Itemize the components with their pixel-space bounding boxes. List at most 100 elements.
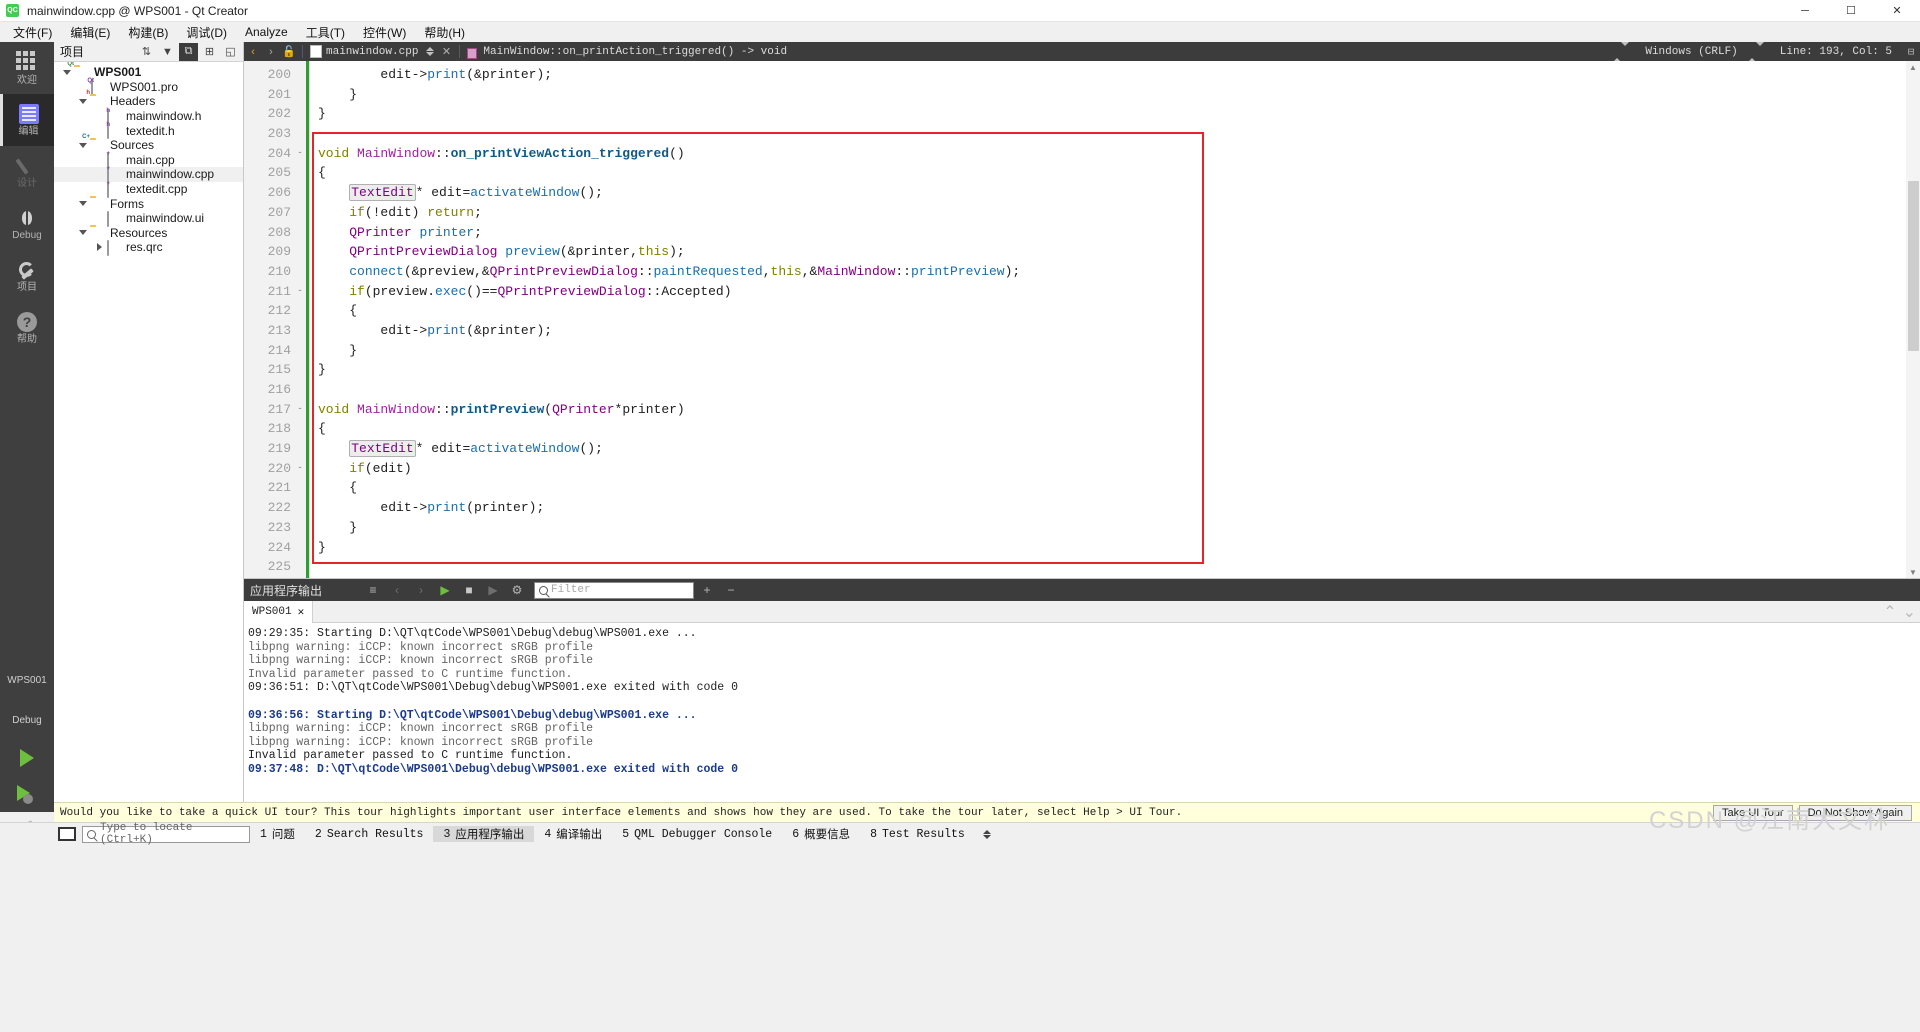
code-line[interactable]: if(!edit) return;	[318, 203, 1920, 223]
code-line[interactable]: }	[318, 518, 1920, 538]
debug-button[interactable]	[0, 776, 54, 812]
mode-projects[interactable]: 项目	[0, 250, 54, 302]
symbol-spinner-icon[interactable]	[1613, 41, 1630, 62]
split-view-icon[interactable]: ◱	[221, 43, 240, 61]
tree-item-mainwindow-cpp[interactable]: + mainwindow.cpp	[54, 166, 243, 183]
status-pane-button-编译输出[interactable]: 4 编译输出	[534, 826, 612, 843]
tree-item-sources[interactable]: C+ Sources	[54, 134, 243, 153]
prev-item-icon[interactable]: ‹	[386, 580, 408, 600]
code-line[interactable]: }	[318, 341, 1920, 361]
code-line[interactable]	[318, 124, 1920, 144]
output-log[interactable]: 09:29:35: Starting D:\QT\qtCode\WPS001\D…	[244, 623, 1920, 812]
open-file-combo[interactable]: mainwindow.cpp	[307, 42, 437, 61]
status-pane-button-Search Results[interactable]: 2 Search Results	[305, 826, 434, 842]
chevron-down-icon[interactable]	[76, 142, 90, 148]
code-line[interactable]: edit->print(&printer);	[318, 321, 1920, 341]
minimize-pane-icon[interactable]: ⌃	[1883, 602, 1896, 622]
code-line[interactable]: edit->print(&printer);	[318, 65, 1920, 85]
code-line[interactable]: void MainWindow::printPreview(QPrinter*p…	[318, 400, 1920, 420]
tree-item-mainwindow-h[interactable]: h mainwindow.h	[54, 108, 243, 125]
source-code-text[interactable]: edit->print(&printer); }} void MainWindo…	[310, 61, 1920, 578]
tree-item-headers[interactable]: h Headers	[54, 90, 243, 109]
link-editor-icon[interactable]: ⧉	[179, 42, 198, 61]
code-line[interactable]: QPrintPreviewDialog preview(&printer,thi…	[318, 242, 1920, 262]
chevron-down-icon[interactable]	[60, 69, 74, 75]
fold-marker-icon[interactable]: -	[294, 144, 306, 164]
code-line[interactable]: {	[318, 419, 1920, 439]
code-line[interactable]: }	[318, 360, 1920, 380]
lock-icon[interactable]: 🔓	[280, 42, 298, 61]
status-pane-button-问题[interactable]: 1 问题	[250, 826, 305, 843]
filter-icon[interactable]: ▼	[158, 43, 177, 61]
mode-debug[interactable]: Debug	[0, 198, 54, 250]
code-line[interactable]: {	[318, 478, 1920, 498]
maximize-button[interactable]: ☐	[1828, 0, 1874, 22]
build-config-selector[interactable]: Debug	[0, 700, 54, 740]
line-ending-label[interactable]: Windows (CRLF)	[1635, 46, 1747, 58]
code-line[interactable]	[318, 380, 1920, 400]
tree-item-main-cpp[interactable]: + main.cpp	[54, 151, 243, 169]
project-tree[interactable]: Qt WPS001 Qt WPS001.pro h Headers h mainwindow.…	[54, 62, 243, 812]
chevron-down-icon[interactable]	[76, 230, 90, 236]
scroll-down-icon[interactable]: ▼	[1907, 566, 1919, 578]
next-item-icon[interactable]: ›	[410, 580, 432, 600]
menu-debug[interactable]: 调试(D)	[177, 22, 236, 43]
tree-item-res-qrc[interactable]: res.qrc	[54, 239, 243, 256]
code-line[interactable]	[318, 557, 1920, 577]
tree-item-mainwindow-ui[interactable]: mainwindow.ui	[54, 210, 243, 227]
word-wrap-icon[interactable]: ≡	[362, 580, 384, 600]
menu-edit[interactable]: 编辑(E)	[61, 22, 119, 43]
menu-tools[interactable]: 工具(T)	[297, 22, 354, 43]
code-line[interactable]: connect(&preview,&QPrintPreviewDialog::p…	[318, 262, 1920, 282]
code-line[interactable]: }	[318, 104, 1920, 124]
chevron-down-icon[interactable]	[76, 98, 90, 104]
code-line[interactable]: {	[318, 301, 1920, 321]
code-line[interactable]: void MainWindow::on_printViewAction_trig…	[318, 144, 1920, 164]
menu-widgets[interactable]: 控件(W)	[354, 22, 415, 43]
output-filter-input[interactable]: Filter	[534, 581, 694, 599]
code-view[interactable]: 200 201 202 203 204-205 206 207 208 209 210 211-21…	[244, 61, 1920, 578]
minimize-button[interactable]: ─	[1782, 0, 1828, 22]
menu-file[interactable]: 文件(F)	[4, 22, 61, 43]
zoom-in-icon[interactable]: +	[696, 580, 718, 600]
editor-vertical-scrollbar[interactable]: ▲ ▼	[1906, 61, 1920, 578]
fold-marker-icon[interactable]: -	[294, 400, 306, 420]
split-editor-icon[interactable]: ⊟	[1902, 42, 1920, 61]
kit-selector[interactable]: WPS001	[0, 660, 54, 700]
tree-item-forms[interactable]: Forms	[54, 196, 243, 211]
stop-icon[interactable]: ■	[458, 580, 480, 600]
symbol-combo[interactable]: MainWindow::on_printAction_triggered() -…	[464, 42, 790, 61]
tree-item-wps001[interactable]: Qt WPS001	[54, 62, 243, 80]
menu-analyze[interactable]: Analyze	[236, 23, 297, 41]
status-pane-button-Test Results[interactable]: 8 Test Results	[860, 826, 975, 842]
mode-edit[interactable]: 编辑	[0, 94, 54, 146]
output-tab-close-icon[interactable]: ✕	[298, 605, 305, 619]
zoom-out-icon[interactable]: −	[720, 580, 742, 600]
chevron-down-icon[interactable]	[76, 201, 90, 207]
output-pane-toggle-icon[interactable]	[982, 829, 991, 839]
menu-build[interactable]: 构建(B)	[119, 22, 177, 43]
close-button[interactable]: ✕	[1874, 0, 1920, 22]
fold-marker-icon[interactable]: -	[294, 282, 306, 302]
code-line[interactable]: edit->print(printer);	[318, 498, 1920, 518]
fold-marker-icon[interactable]: -	[294, 459, 306, 479]
code-line[interactable]: QPrinter printer;	[318, 223, 1920, 243]
code-line[interactable]: if(edit)	[318, 459, 1920, 479]
code-line[interactable]: {	[318, 163, 1920, 183]
maximize-pane-icon[interactable]: ⌄	[1903, 602, 1916, 622]
tree-item-wps001-pro[interactable]: Qt WPS001.pro	[54, 78, 243, 96]
scroll-up-icon[interactable]: ▲	[1907, 61, 1919, 73]
sort-toggle-icon[interactable]: ⇅	[137, 43, 156, 61]
take-ui-tour-button[interactable]: Take UI Tour	[1713, 804, 1793, 821]
chevron-right-icon[interactable]	[92, 243, 106, 252]
tree-item-resources[interactable]: Resources	[54, 226, 243, 241]
output-tab-wps001[interactable]: WPS001 ✕	[244, 601, 314, 623]
menu-help[interactable]: 帮助(H)	[415, 22, 474, 43]
close-document-icon[interactable]: ✕	[437, 42, 455, 61]
do-not-show-again-button[interactable]: Do Not Show Again	[1798, 804, 1912, 821]
code-line[interactable]: TextEdit * edit=activateWindow();	[318, 183, 1920, 203]
mode-help[interactable]: ? 帮助	[0, 302, 54, 354]
line-ending-spinner-icon[interactable]	[1747, 41, 1764, 62]
status-pane-button-QML Debugger Console[interactable]: 5 QML Debugger Console	[612, 826, 782, 842]
mode-welcome[interactable]: 欢迎	[0, 42, 54, 94]
